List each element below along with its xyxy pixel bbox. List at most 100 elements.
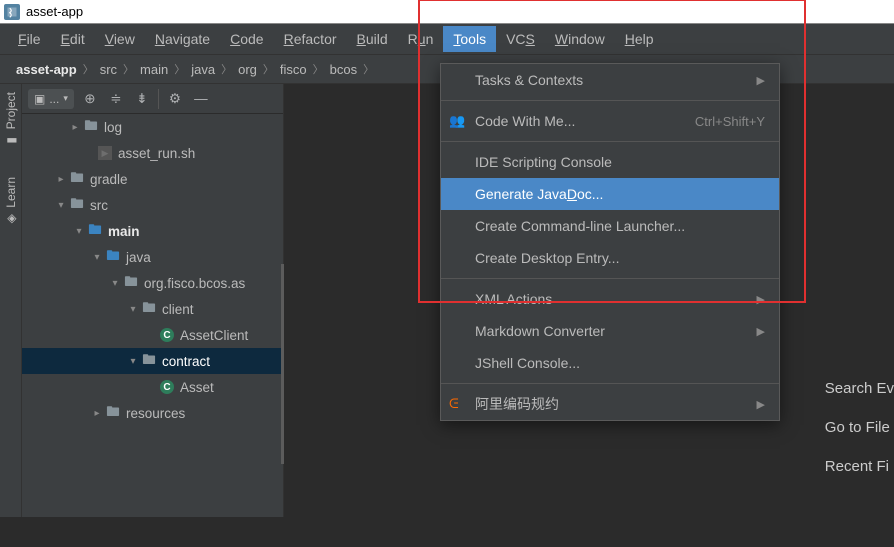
dd-label: Tasks & Contexts (475, 72, 583, 88)
tree-node-gradle[interactable]: 🖿 gradle (22, 166, 283, 192)
tree-label: asset_run.sh (118, 146, 195, 161)
tree-node-asset[interactable]: C Asset (22, 374, 283, 400)
chevron-right-icon: ▶ (757, 293, 765, 306)
expand-arrow-icon[interactable] (126, 304, 140, 315)
gear-icon[interactable]: ⚙ (165, 89, 185, 109)
menu-bar: File Edit View Navigate Code Refactor Bu… (0, 24, 894, 54)
package-icon: 🖿 (140, 298, 158, 321)
expand-arrow-icon[interactable] (68, 122, 82, 133)
tree-label: log (104, 120, 122, 135)
chevron-right-icon: ▶ (757, 398, 765, 411)
chevron-right-icon: 〉 (261, 61, 276, 77)
crumb-6[interactable]: bcos (326, 62, 361, 77)
crumb-5[interactable]: fisco (276, 62, 311, 77)
alibaba-icon: ᕮ (449, 396, 469, 412)
hint-recent: Recent Fi (815, 458, 894, 475)
menu-edit[interactable]: Edit (51, 26, 95, 52)
dd-cmdline-launcher[interactable]: Create Command-line Launcher... (441, 210, 779, 242)
dd-label: IDE Scripting Console (475, 154, 612, 170)
chevron-right-icon: ▶ (757, 325, 765, 338)
dd-label: Generate JavaDoc... (475, 186, 603, 202)
dd-ali-coding[interactable]: ᕮ 阿里编码规约 ▶ (441, 388, 779, 420)
folder-icon: 🖿 (68, 194, 86, 217)
menu-separator (441, 278, 779, 279)
tree-node-log[interactable]: 🖿 log (22, 114, 283, 140)
expand-arrow-icon[interactable] (54, 174, 68, 185)
menu-code[interactable]: Code (220, 26, 273, 52)
tree-node-package[interactable]: 🖿 org.fisco.bcos.as (22, 270, 283, 296)
dd-tasks-contexts[interactable]: Tasks & Contexts ▶ (441, 64, 779, 96)
dd-desktop-entry[interactable]: Create Desktop Entry... (441, 242, 779, 274)
expand-arrow-icon[interactable] (90, 252, 104, 263)
project-tree[interactable]: ▣ ... ▾ ⊕ ≑ ⇟ ⚙ — 🖿 log ▶ asset_run.sh 🖿… (22, 84, 284, 517)
tree-view-selector[interactable]: ▣ ... ▾ (28, 89, 74, 109)
tree-label: src (90, 198, 108, 213)
expand-all-icon[interactable]: ≑ (106, 89, 126, 109)
crumb-2[interactable]: main (136, 62, 172, 77)
collapse-all-icon[interactable]: ⇟ (132, 89, 152, 109)
dd-xml-actions[interactable]: XML Actions ▶ (441, 283, 779, 315)
hint-search: Search Ev (815, 380, 894, 397)
menu-navigate[interactable]: Navigate (145, 26, 220, 52)
menu-tools[interactable]: Tools (443, 26, 496, 52)
tool-window-tabs: ▮Project ◈Learn (0, 84, 22, 517)
menu-refactor[interactable]: Refactor (274, 26, 347, 52)
dd-label: Create Desktop Entry... (475, 250, 619, 266)
menu-run[interactable]: Run (398, 26, 444, 52)
menu-build[interactable]: Build (347, 26, 398, 52)
keyboard-shortcut: Ctrl+Shift+Y (695, 114, 765, 129)
side-tab-project[interactable]: ▮Project (4, 92, 18, 147)
chevron-right-icon: 〉 (311, 61, 326, 77)
project-icon: ▣ (34, 92, 45, 106)
expand-arrow-icon[interactable] (108, 278, 122, 289)
menu-file[interactable]: File (8, 26, 51, 52)
side-tab-learn[interactable]: ◈Learn (4, 177, 18, 226)
tree-node-java[interactable]: 🖿 java (22, 244, 283, 270)
dd-markdown-converter[interactable]: Markdown Converter ▶ (441, 315, 779, 347)
tree-node-src[interactable]: 🖿 src (22, 192, 283, 218)
folder-icon: ▮ (4, 133, 18, 147)
menu-vcs[interactable]: VCS (496, 26, 545, 52)
tree-node-asset-client[interactable]: C AssetClient (22, 322, 283, 348)
tree-label: resources (126, 406, 185, 421)
tree-node-resources[interactable]: 🖿 resources (22, 400, 283, 426)
tree-node-client[interactable]: 🖿 client (22, 296, 283, 322)
dd-generate-javadoc[interactable]: Generate JavaDoc... (441, 178, 779, 210)
hide-icon[interactable]: — (191, 89, 211, 109)
menu-view[interactable]: View (95, 26, 145, 52)
crumb-4[interactable]: org (234, 62, 261, 77)
tree-node-asset-run[interactable]: ▶ asset_run.sh (22, 140, 283, 166)
select-opened-file-icon[interactable]: ⊕ (80, 89, 100, 109)
crumb-3[interactable]: java (187, 62, 219, 77)
source-folder-icon: 🖿 (86, 220, 104, 243)
tree-label: contract (162, 354, 210, 369)
class-icon: C (158, 380, 176, 394)
folder-icon: 🖿 (82, 116, 100, 139)
tree-label: client (162, 302, 194, 317)
expand-arrow-icon[interactable] (72, 226, 86, 237)
dd-jshell-console[interactable]: JShell Console... (441, 347, 779, 379)
chevron-right-icon: 〉 (219, 61, 234, 77)
expand-arrow-icon[interactable] (54, 200, 68, 211)
chevron-right-icon: 〉 (121, 61, 136, 77)
menu-separator (441, 141, 779, 142)
package-icon: 🖿 (122, 272, 140, 295)
crumb-0[interactable]: asset-app (12, 62, 81, 77)
tree-label: org.fisco.bcos.as (144, 276, 245, 291)
chevron-right-icon: 〉 (81, 61, 96, 77)
expand-arrow-icon[interactable] (90, 408, 104, 419)
dd-label: Create Command-line Launcher... (475, 218, 685, 234)
separator (158, 89, 159, 109)
people-icon: 👥 (449, 113, 469, 129)
tree-node-contract[interactable]: 🖿 contract (22, 348, 283, 374)
expand-arrow-icon[interactable] (126, 356, 140, 367)
menu-help[interactable]: Help (615, 26, 664, 52)
dd-ide-scripting[interactable]: IDE Scripting Console (441, 146, 779, 178)
crumb-1[interactable]: src (96, 62, 121, 77)
tree-node-main[interactable]: 🖿 main (22, 218, 283, 244)
tree-label: gradle (90, 172, 128, 187)
tree-label: main (108, 224, 140, 239)
menu-window[interactable]: Window (545, 26, 615, 52)
tree-label: java (126, 250, 151, 265)
dd-code-with-me[interactable]: 👥 Code With Me... Ctrl+Shift+Y (441, 105, 779, 137)
